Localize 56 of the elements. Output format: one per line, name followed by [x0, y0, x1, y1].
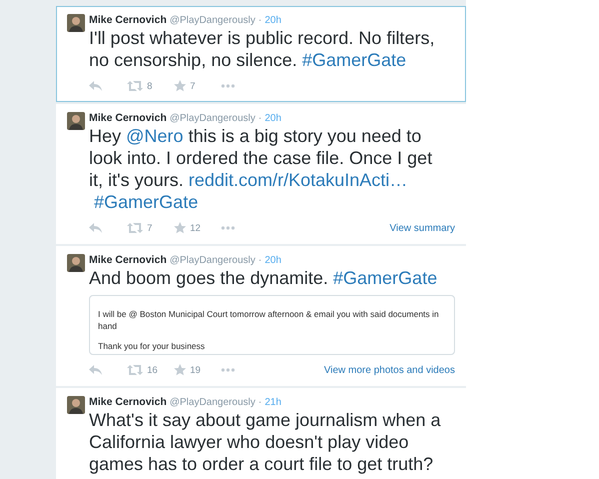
view-link[interactable]: View summary — [390, 222, 455, 234]
author-name[interactable]: Mike Cernovich — [89, 254, 167, 267]
separator-dot: · — [258, 254, 262, 267]
favorite-count: 7 — [190, 80, 196, 92]
favorite-count: 12 — [190, 222, 201, 234]
tweet-link[interactable]: #GamerGate — [94, 192, 198, 212]
retweet-count: 16 — [147, 364, 158, 376]
retweet-count: 7 — [147, 222, 152, 234]
star-icon[interactable] — [174, 80, 186, 92]
favorite-count: 19 — [190, 364, 201, 376]
tweet-card[interactable]: Mike Cernovich @PlayDangerously · 21h What's it say about game journalism when a California lawyer who doesn't play video games has to order a court file to get truth? — [56, 388, 466, 479]
separator-dot: · — [258, 396, 262, 409]
star-icon[interactable] — [174, 222, 186, 234]
tweet-card[interactable]: Mike Cernovich @PlayDangerously · 20h I'll post whatever is public record. No filters, no censorship, no silence. #GamerGate 8 7 — [56, 6, 466, 102]
view-link[interactable]: View more photos and videos — [324, 364, 455, 376]
tweet-text: I'll post whatever is public record. No filters, no censorship, no silence. #GamerGate — [89, 27, 436, 71]
tweet-link[interactable]: #GamerGate — [333, 268, 438, 288]
author-handle[interactable]: @PlayDangerously — [170, 14, 256, 27]
avatar-icon[interactable] — [67, 112, 85, 130]
author-name[interactable]: Mike Cernovich — [89, 112, 167, 125]
tweet-card[interactable] — [56, 246, 466, 386]
retweet-icon[interactable] — [127, 81, 143, 91]
author-handle[interactable]: @PlayDangerously — [170, 254, 256, 267]
tweet-time[interactable]: 20h — [264, 112, 282, 125]
avatar-icon[interactable] — [67, 254, 85, 272]
tweet-time[interactable]: 21h — [264, 396, 282, 409]
email-text: I will be @ Boston Municipal Court tomorrow afternoon & email you with said documents in hand — [98, 308, 440, 332]
tweet-card[interactable]: Mike Cernovich @PlayDangerously · 20h Hey @Nero this is a big story you need to look into. I ordered the case file. Once I get it, it's yours. reddit.com/r/KotakuInActi… #GamerGate 7 12 View summary — [56, 104, 466, 244]
reply-icon[interactable] — [89, 81, 102, 91]
tweet-text: And boom goes the dynamite. #GamerGate — [89, 267, 438, 289]
retweet-count: 8 — [147, 80, 152, 92]
tweet-time[interactable]: 20h — [264, 14, 282, 27]
separator-dot: · — [258, 14, 262, 27]
more-icon[interactable] — [221, 368, 235, 372]
tweet-time[interactable]: 20h — [264, 254, 282, 267]
avatar-icon[interactable] — [67, 396, 85, 414]
author-handle[interactable]: @PlayDangerously — [170, 396, 256, 409]
reply-icon[interactable] — [89, 365, 102, 375]
author-name[interactable]: Mike Cernovich — [89, 14, 167, 27]
author-name[interactable]: Mike Cernovich — [89, 396, 167, 409]
reply-icon[interactable] — [89, 223, 102, 233]
author-handle[interactable]: @PlayDangerously — [170, 112, 256, 125]
retweet-icon[interactable] — [127, 223, 143, 233]
avatar-icon[interactable] — [67, 14, 85, 32]
tweet-link[interactable]: #GamerGate — [302, 50, 406, 70]
more-icon[interactable] — [221, 84, 235, 88]
separator-dot: · — [258, 112, 262, 125]
tweet-link[interactable]: reddit.com/r/KotakuInActi… — [188, 170, 408, 190]
retweet-icon[interactable] — [127, 365, 143, 375]
email-text: Thank you for your business — [98, 340, 206, 352]
more-icon[interactable] — [221, 226, 235, 230]
tweet-link[interactable]: @Nero — [126, 126, 184, 146]
tweet-text: Hey @Nero this is a big story you need to look into. I ordered the case file. Once I get it, it's yours. reddit.com/r/KotakuInActi… #GamerGate — [89, 125, 434, 213]
email-screenshot[interactable]: I will be @ Boston Municipal Court tomorrow afternoon & email you with said documents in hand Thank you for your business — [89, 295, 455, 355]
tweet-text: What's it say about game journalism when a California lawyer who doesn't play video games has to order a court file to get truth? — [89, 409, 442, 475]
star-icon[interactable] — [174, 364, 186, 376]
